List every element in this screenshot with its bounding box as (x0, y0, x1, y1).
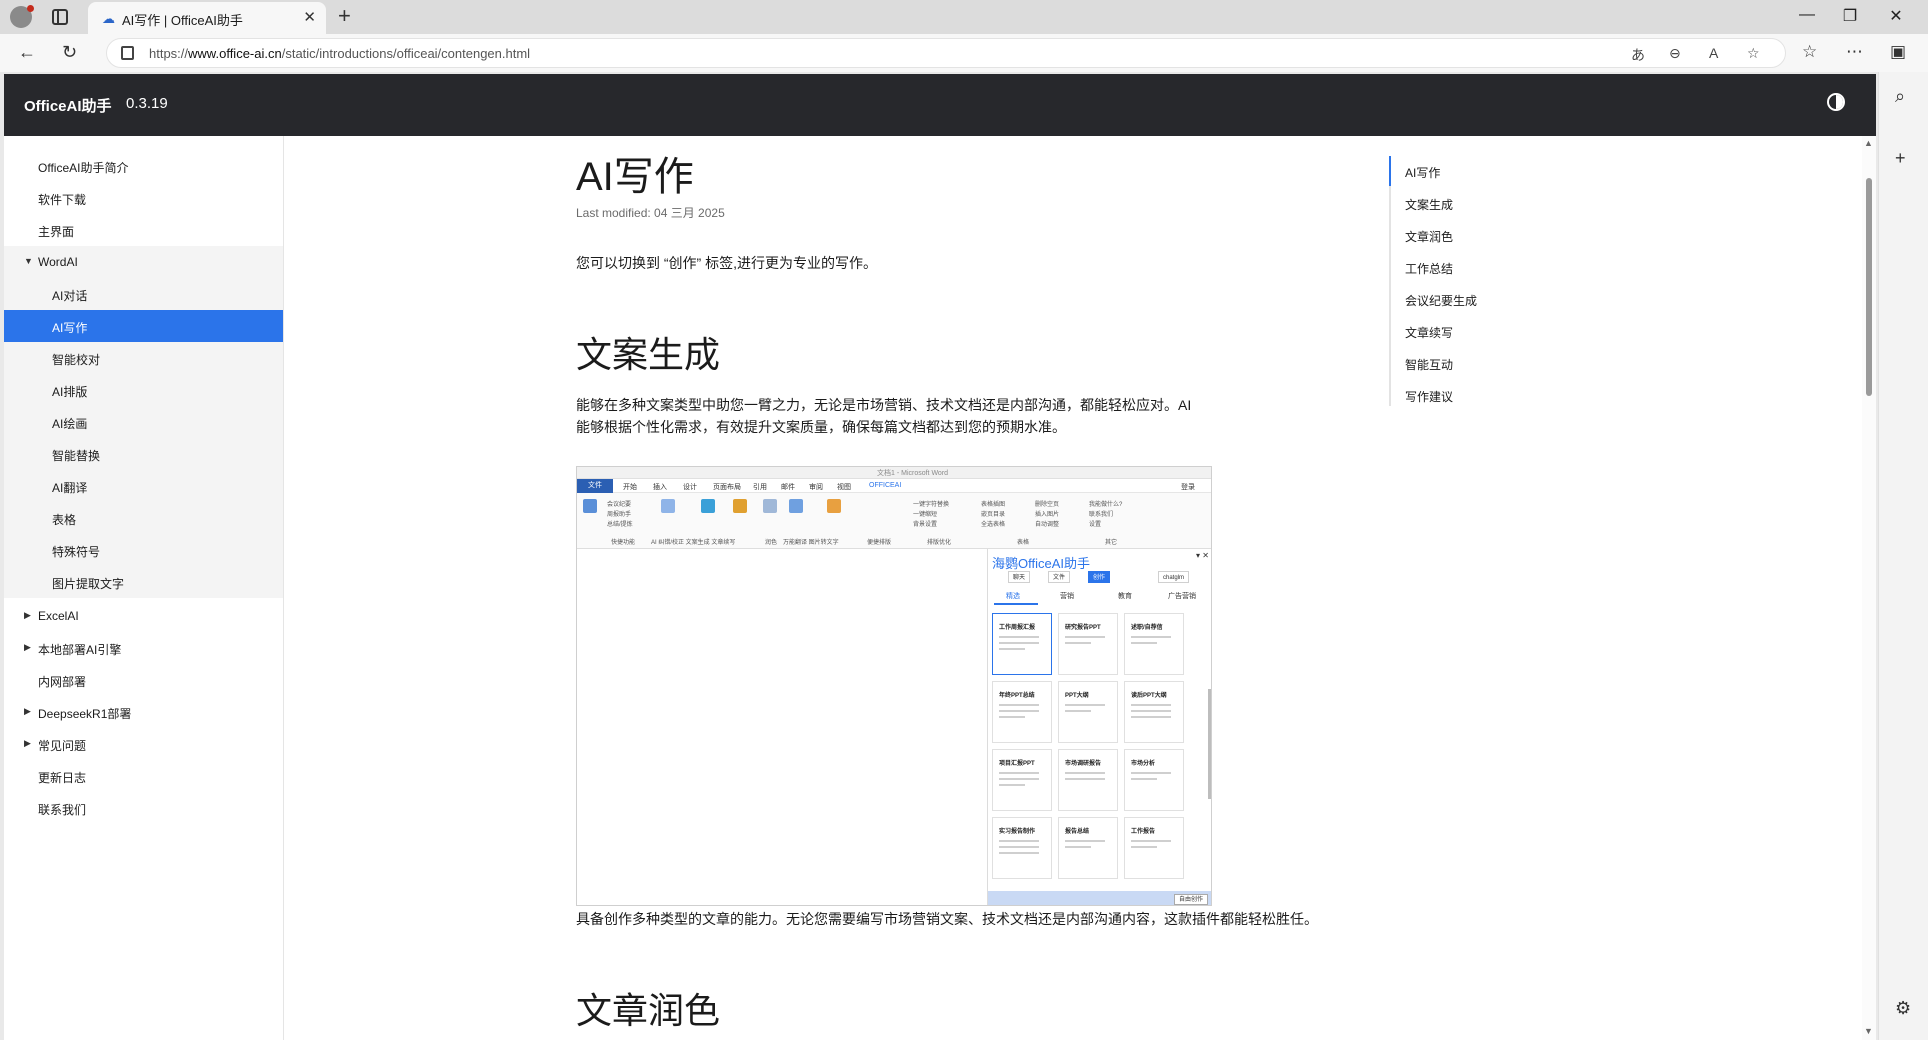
read-aloud-icon[interactable]: A (1709, 45, 1718, 61)
browser-tab-active[interactable]: ☁ AI写作 | OfficeAI助手 ✕ (88, 2, 326, 34)
section-paragraph-line1: 能够在多种文案类型中助您一臂之力，无论是市场营销、技术文档还是内部沟通，都能轻松… (576, 397, 1192, 413)
search-icon[interactable]: ⌕ (1895, 86, 1905, 107)
toc-item-continue[interactable]: 文章续写 (1405, 324, 1453, 341)
sidebar-item-contact[interactable]: 联系我们 (4, 792, 283, 824)
word-screenshot-image: 文档1 - Microsoft Word 文件 开始 插入 设计 页面布局 引用… (576, 466, 1212, 906)
chevron-down-icon: ▼ (24, 256, 33, 266)
minimize-window-icon[interactable]: — (1797, 6, 1817, 24)
address-url[interactable]: https://www.office-ai.cn/static/introduc… (149, 46, 530, 61)
sidebar-item-ocr[interactable]: 图片提取文字 (4, 566, 283, 598)
profile-avatar-icon[interactable] (10, 5, 34, 28)
sidebar-item-wordai[interactable]: ▼ WordAI (4, 246, 283, 278)
address-bar[interactable]: https://www.office-ai.cn/static/introduc… (106, 38, 1786, 68)
new-tab-icon[interactable]: + (338, 3, 351, 29)
sidebar-item-table[interactable]: 表格 (4, 502, 283, 534)
sidebar-item-download[interactable]: 软件下载 (4, 182, 283, 214)
toc-item-suggestions[interactable]: 写作建议 (1405, 388, 1453, 405)
toc-item-polish[interactable]: 文章润色 (1405, 228, 1453, 245)
section-paragraph-line2: 能够根据个性化需求，有效提升文案质量，确保每篇文档都达到您的预期水准。 (576, 419, 1066, 435)
more-menu-icon[interactable]: ⋯ (1846, 42, 1863, 62)
chevron-right-icon: ▶ (24, 610, 31, 620)
tab-actions-icon[interactable] (52, 9, 68, 25)
theme-toggle-icon[interactable] (1827, 93, 1845, 111)
sidebar-item-local-engine[interactable]: ▶ 本地部署AI引擎 (4, 632, 283, 664)
reload-icon[interactable]: ↻ (62, 42, 77, 63)
sidebar-item-excelai[interactable]: ▶ ExcelAI (4, 600, 283, 632)
sidebar-item-symbols[interactable]: 特殊符号 (4, 534, 283, 566)
scrollbar-thumb[interactable] (1866, 178, 1872, 396)
sidebar-item-intro[interactable]: OfficeAI助手简介 (4, 150, 283, 182)
site-info-icon[interactable] (121, 46, 134, 60)
favorite-star-icon[interactable]: ☆ (1747, 45, 1760, 62)
toc-item-ai-writing[interactable]: AI写作 (1405, 164, 1440, 181)
close-tab-icon[interactable]: ✕ (303, 8, 316, 26)
add-sidebar-app-icon[interactable]: + (1895, 148, 1906, 169)
toc-item-minutes[interactable]: 会议纪要生成 (1405, 292, 1477, 309)
site-brand[interactable]: OfficeAI助手 (24, 95, 112, 116)
sidebar-item-proofread[interactable]: 智能校对 (4, 342, 283, 374)
cloud-favicon-icon: ☁ (102, 11, 115, 26)
section-title-copywriting: 文案生成 (576, 334, 721, 375)
officeai-pane: 海鹦OfficeAI助手 ▾ ✕ 聊天 文件 创作 chatglm 精选 营销 … (987, 549, 1211, 905)
chevron-right-icon: ▶ (24, 738, 31, 748)
edge-sidebar: ⌕ + ⚙ (1878, 72, 1928, 1040)
sidebar-toggle-icon[interactable]: ▣ (1890, 42, 1906, 62)
chevron-right-icon: ▶ (24, 706, 31, 716)
sidebar-item-ai-layout[interactable]: AI排版 (4, 374, 283, 406)
screenshot-caption: 具备创作多种类型的文章的能力。无论您需要编写市场营销文案、技术文档还是内部沟通内… (576, 911, 1318, 927)
sidebar-item-ai-translate[interactable]: AI翻译 (4, 470, 283, 502)
tab-strip: ☁ AI写作 | OfficeAI助手 ✕ + — ❐ ✕ (0, 0, 1928, 34)
sidebar-item-intranet[interactable]: 内网部署 (4, 664, 283, 696)
sidebar-item-ai-writing[interactable]: AI写作 (4, 310, 283, 342)
page-title: AI写作 (576, 155, 694, 199)
word-titlebar: 文档1 - Microsoft Word (577, 467, 1211, 479)
zoom-out-icon[interactable]: ⊖ (1669, 45, 1681, 62)
scroll-up-icon[interactable]: ▲ (1864, 138, 1873, 148)
browser-tab-title: AI写作 | OfficeAI助手 (122, 13, 243, 28)
toc-item-copywriting[interactable]: 文案生成 (1405, 196, 1453, 213)
intro-paragraph: 您可以切换到 “创作” 标签,进行更为专业的写作。 (576, 255, 877, 271)
site-header: OfficeAI助手 0.3.19 (4, 74, 1876, 136)
translate-icon[interactable]: あ (1631, 45, 1645, 65)
sidebar-item-deepseek[interactable]: ▶ DeepseekR1部署 (4, 696, 283, 728)
browser-toolbar: ← ↻ https://www.office-ai.cn/static/intr… (0, 34, 1928, 72)
site-version: 0.3.19 (126, 95, 168, 112)
sidebar-item-faq[interactable]: ▶ 常见问题 (4, 728, 283, 760)
back-icon[interactable]: ← (18, 42, 36, 63)
page-scrollbar[interactable]: ▲ ▼ (1862, 136, 1876, 1040)
sidebar-item-main-ui[interactable]: 主界面 (4, 214, 283, 246)
word-ribbon-tabs: 文件 开始 插入 设计 页面布局 引用 邮件 审阅 视图 OFFICEAI 登录 (577, 479, 1211, 493)
word-document-area (577, 549, 987, 905)
toc-item-work-summary[interactable]: 工作总结 (1405, 260, 1453, 277)
sidebar-item-changelog[interactable]: 更新日志 (4, 760, 283, 792)
sidebar-item-ai-chat[interactable]: AI对话 (4, 278, 283, 310)
table-of-contents: AI写作 文案生成 文章润色 工作总结 会议纪要生成 文章续写 智能互动 写作建… (1389, 136, 1589, 406)
favorites-icon[interactable]: ☆ (1802, 42, 1817, 62)
web-page: OfficeAI助手 0.3.19 OfficeAI助手简介 软件下载 主界面 … (4, 74, 1876, 1040)
browser-window: ☁ AI写作 | OfficeAI助手 ✕ + — ❐ ✕ ← ↻ https:… (0, 0, 1928, 1040)
sidebar-item-replace[interactable]: 智能替换 (4, 438, 283, 470)
scroll-down-icon[interactable]: ▼ (1864, 1026, 1873, 1036)
settings-gear-icon[interactable]: ⚙ (1895, 998, 1911, 1019)
toc-item-interaction[interactable]: 智能互动 (1405, 356, 1453, 373)
close-window-icon[interactable]: ✕ (1886, 6, 1906, 26)
last-modified: Last modified: 04 三月 2025 (576, 206, 725, 220)
docs-sidebar: OfficeAI助手简介 软件下载 主界面 ▼ WordAI AI对话 AI写作 … (4, 136, 284, 1040)
word-ribbon-body: 会议纪要 周报助手 总结/提炼 快捷功能 AI 纠错/校正 文案生成 文章续写 … (577, 493, 1211, 549)
sidebar-item-ai-drawing[interactable]: AI绘画 (4, 406, 283, 438)
chevron-right-icon: ▶ (24, 642, 31, 652)
section-title-polish: 文章润色 (576, 990, 721, 1031)
restore-window-icon[interactable]: ❐ (1840, 6, 1860, 26)
